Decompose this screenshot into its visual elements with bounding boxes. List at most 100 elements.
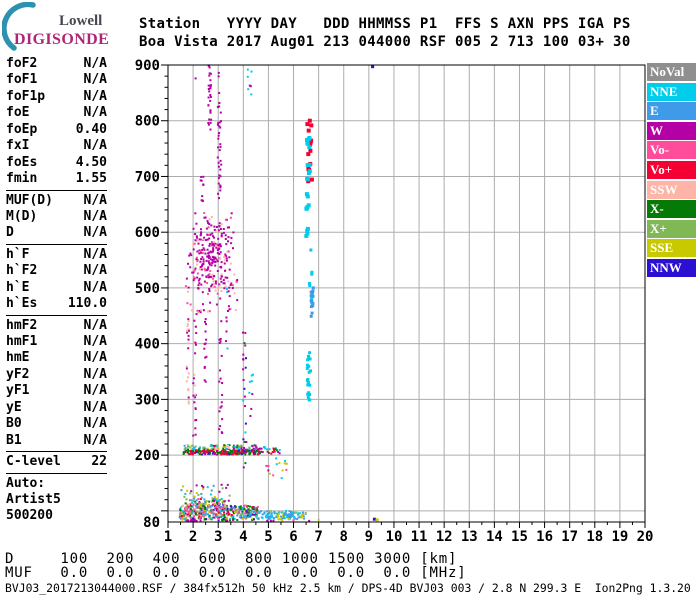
readout-value: N/A (83, 246, 107, 262)
x-tick-label: 3 (214, 529, 222, 545)
echo-points (178, 64, 379, 523)
readout-row: Artist5 (6, 492, 107, 508)
cluster-col-3.05-top (216, 71, 223, 200)
readout-label: C-level (6, 454, 61, 470)
readout-row: h`F2 N/A (6, 263, 107, 279)
readout-row: hmF1 N/A (6, 334, 107, 350)
readout-row: yE N/A (6, 400, 107, 416)
readout-value: N/A (83, 208, 107, 224)
readout-row: D N/A (6, 225, 107, 241)
readout-label: fmin (6, 171, 38, 187)
readout-value: N/A (83, 263, 107, 279)
readout-value: N/A (83, 317, 107, 333)
readout-label: yF1 (6, 383, 30, 399)
x-tick-label: 17 (561, 529, 578, 545)
readout-label: D (6, 225, 14, 241)
readout-label: fxI (6, 138, 30, 154)
readout-label: h`Es (6, 296, 38, 312)
legend-entry: NoVal (647, 63, 696, 81)
section-divider (6, 243, 107, 245)
logo-line1: Lowell (59, 13, 102, 29)
readout-label: foE (6, 105, 30, 121)
data-point (194, 77, 197, 80)
readout-row: C-level 22 (6, 454, 107, 470)
x-tick-label: 16 (536, 529, 553, 545)
cluster-e-blue-column (309, 286, 315, 318)
readout-value: N/A (83, 88, 107, 104)
readout-value: 1.55 (75, 171, 107, 187)
legend-entry: E (647, 102, 696, 121)
x-tick-label: 18 (586, 529, 603, 545)
section-divider (6, 472, 107, 474)
readout-row: h`F N/A (6, 247, 107, 263)
legend-entry: NNE (647, 82, 696, 101)
readout-label: Auto: (6, 475, 46, 491)
readout-label: yE (6, 399, 22, 415)
readout-value: 22 (91, 454, 107, 470)
readout-label: foEp (6, 121, 38, 137)
readout-value: N/A (83, 72, 107, 88)
legend-entry: Vo- (647, 141, 696, 160)
data-point (375, 518, 379, 522)
x-tick-label: 1 (164, 529, 172, 545)
readout-row: MUF(D) N/A (6, 193, 107, 209)
y-tick-label: 400 (135, 337, 160, 353)
legend-entry: Vo+ (647, 160, 696, 179)
readout-row: h`E N/A (6, 280, 107, 296)
x-tick-label: 4 (239, 529, 247, 545)
status-line: BVJ03_2017213044000.RSF / 384fx512h 50 k… (5, 581, 691, 595)
readout-label: h`E (6, 279, 30, 295)
x-tick-label: 19 (611, 529, 628, 545)
readout-label: M(D) (6, 208, 38, 224)
readout-row: fxI N/A (6, 138, 107, 154)
legend-entry: X- (647, 200, 696, 219)
cluster-col-4.05 (241, 331, 248, 469)
readout-label: 500200 (6, 508, 53, 524)
x-tick-label: 11 (411, 529, 428, 545)
section-divider (6, 451, 107, 453)
readout-row: foEp 0.40 (6, 122, 107, 138)
readout-value: N/A (83, 366, 107, 382)
x-tick-label: 7 (314, 529, 322, 545)
ident-header: Station YYYY DAY DDD HHMMSS P1 FFS S AXN… (139, 15, 631, 51)
legend-entry: X+ (647, 219, 696, 238)
readout-value: N/A (83, 279, 107, 295)
readout-row: foEs 4.50 (6, 155, 107, 171)
readout-row: fmin 1.55 (6, 171, 107, 187)
logo-arc-icon: Lowell DIGISONDE (1, 1, 109, 51)
y-tick-label: 80 (143, 515, 160, 531)
logo-line2: DIGISONDE (14, 31, 109, 48)
cluster-col-1.78 (185, 318, 190, 405)
readout-label: h`F (6, 246, 30, 262)
doppler-direction-legend: NoVal NNE E W Vo- Vo+ SSW X- X+ SSE NNW (647, 63, 696, 279)
readout-row: yF1 N/A (6, 383, 107, 399)
x-tick-label: 10 (386, 529, 403, 545)
cluster-e-band-right-tip (300, 511, 307, 520)
d-muf-table: D 100 200 400 600 800 1000 1500 3000 [km… (5, 551, 467, 581)
readout-value: N/A (83, 225, 107, 241)
x-tick-label: 14 (486, 529, 503, 545)
section-divider (6, 314, 107, 316)
y-tick-label: 700 (135, 169, 160, 185)
section-divider (6, 189, 107, 191)
y-tick-label: 600 (135, 225, 160, 241)
data-point (249, 85, 252, 88)
readout-row: h`Es 110.0 (6, 296, 107, 312)
readout-label: hmF2 (6, 317, 38, 333)
readout-label: yF2 (6, 366, 30, 382)
x-tick-label: 20 (637, 529, 654, 545)
data-point (281, 519, 284, 522)
x-tick-label: 12 (436, 529, 453, 545)
readout-value: N/A (83, 350, 107, 366)
legend-entry: SSW (647, 180, 696, 199)
readout-value: N/A (83, 138, 107, 154)
x-tick-label: 5 (264, 529, 272, 545)
data-point (269, 519, 272, 522)
x-tick-label: 15 (511, 529, 528, 545)
readout-row: B0 N/A (6, 416, 107, 432)
legend-entry: W (647, 121, 696, 140)
ident-header-values: Boa Vista 2017 Aug01 213 044000 RSF 005 … (139, 34, 631, 50)
cluster-col-2.5 (203, 318, 208, 383)
readout-label: B0 (6, 416, 22, 432)
cluster-dots-4.2-top (246, 68, 253, 96)
